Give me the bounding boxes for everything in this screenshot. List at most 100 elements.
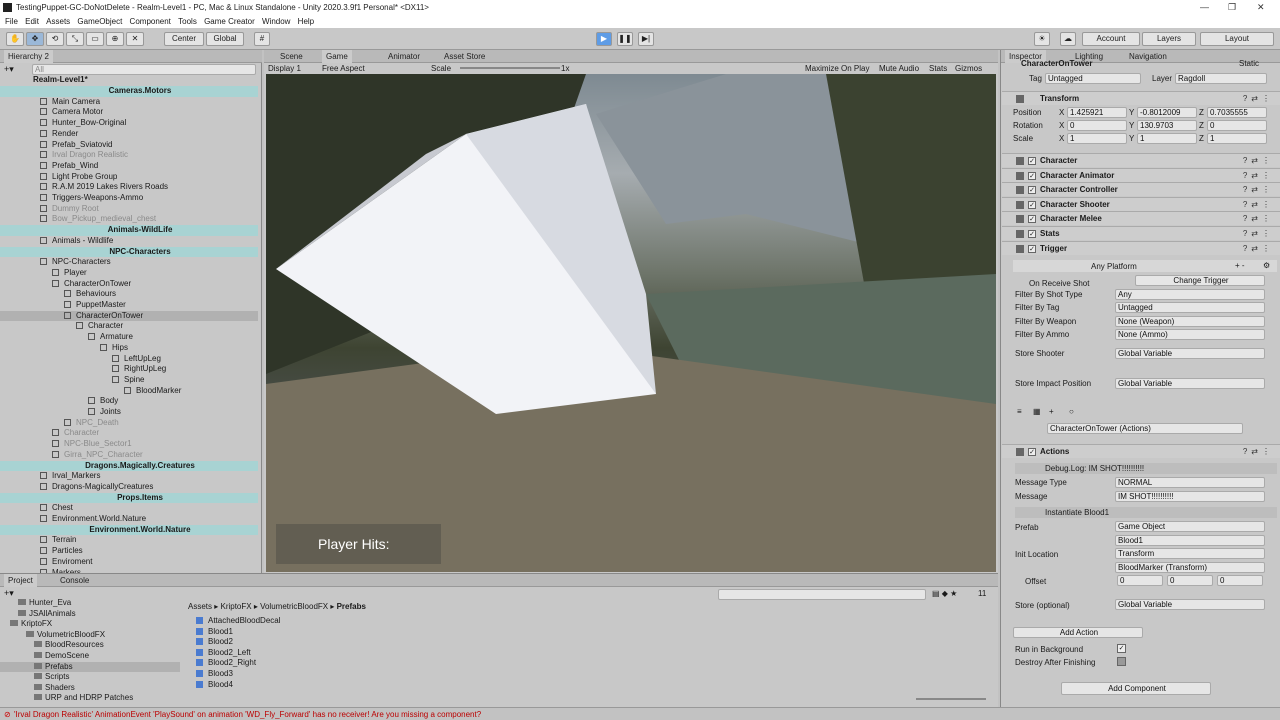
hierarchy-row[interactable]: Animals - Wildlife	[0, 236, 258, 247]
menu-gameobject[interactable]: GameObject	[77, 15, 122, 28]
hierarchy-separator[interactable]: Animals-WildLife	[0, 225, 258, 236]
debug-log-action[interactable]: Debug.Log: IM SHOT!!!!!!!!!!	[1015, 463, 1277, 474]
hierarchy-row[interactable]: Light Probe Group	[0, 172, 258, 183]
project-folder-row[interactable]: Shaders	[0, 683, 180, 693]
run-in-background-checkbox[interactable]: ✓	[1117, 644, 1126, 653]
scale-slider[interactable]	[460, 67, 560, 69]
component-header[interactable]: ✓ Character Animator ?⇄⋮	[1002, 167, 1280, 183]
actions-enabled-checkbox[interactable]: ✓	[1028, 448, 1036, 456]
pivot-center-button[interactable]: Center	[164, 32, 204, 46]
hierarchy-row[interactable]: LeftUpLeg	[0, 354, 258, 365]
move-tool-icon[interactable]: ✥	[26, 32, 44, 46]
hierarchy-row[interactable]: Character	[0, 428, 258, 439]
hierarchy-row[interactable]: Prefab_Sviatovid	[0, 140, 258, 151]
hierarchy-separator[interactable]: Environment.World.Nature	[0, 524, 258, 536]
layers-dropdown[interactable]: Layers	[1142, 32, 1196, 46]
project-folder-row[interactable]: Prefabs	[0, 661, 180, 672]
hierarchy-row[interactable]: PuppetMaster	[0, 300, 258, 311]
hierarchy-row[interactable]: Spine	[0, 375, 258, 386]
project-folder-row[interactable]: KriptoFX	[0, 619, 180, 629]
component-tools-icon[interactable]: ?⇄⋮	[1243, 169, 1274, 183]
hierarchy-separator[interactable]: NPC-Characters	[0, 246, 258, 258]
platform-gear-icon[interactable]: ⚙	[1263, 261, 1270, 270]
trigger-field-value[interactable]: None (Weapon)	[1115, 316, 1265, 327]
platform-add-icon[interactable]: + -	[1235, 261, 1245, 270]
hierarchy-row[interactable]: Terrain	[0, 535, 258, 546]
project-file-row[interactable]: Blood4	[196, 680, 396, 690]
pivot-global-button[interactable]: Global	[206, 32, 244, 46]
prefab-field[interactable]: Blood1	[1115, 535, 1265, 546]
trigger-field-value[interactable]: Untagged	[1115, 302, 1265, 313]
hierarchy-row[interactable]: Environment.World.Nature	[0, 514, 258, 525]
hierarchy-row[interactable]: Irval Dragon Realistic	[0, 150, 258, 161]
status-error-message[interactable]: 'Irval Dragon Realistic' AnimationEvent …	[14, 710, 481, 719]
destroy-after-finishing-checkbox[interactable]	[1117, 657, 1126, 666]
store-dropdown[interactable]: Global Variable	[1115, 599, 1265, 610]
rotation-y-input[interactable]: 130.9703	[1137, 120, 1197, 131]
message-input[interactable]: IM SHOT!!!!!!!!!!	[1115, 491, 1265, 502]
project-file-row[interactable]: Blood2_Right	[196, 658, 396, 668]
step-button[interactable]: ▶|	[638, 32, 654, 46]
component-header[interactable]: ✓ Character ?⇄⋮	[1002, 153, 1280, 167]
rotation-z-input[interactable]: 0	[1207, 120, 1267, 131]
project-folder-row[interactable]: Hunter_Eva	[0, 598, 180, 608]
component-header[interactable]: ✓ Stats ?⇄⋮	[1002, 226, 1280, 240]
display-dropdown[interactable]: Display 1	[268, 64, 301, 73]
project-folder-row[interactable]: Scripts	[0, 672, 180, 682]
scale-z-input[interactable]: 1	[1207, 133, 1267, 144]
breadcrumb-assets[interactable]: Assets	[188, 602, 212, 611]
project-folder-row[interactable]: VolumetricBloodFX	[0, 630, 180, 640]
component-enabled-checkbox[interactable]: ✓	[1028, 200, 1036, 209]
offset-z-input[interactable]: 0	[1217, 575, 1263, 586]
add-icon[interactable]: +▾	[4, 64, 14, 75]
tab-project[interactable]: Project	[4, 574, 37, 587]
hierarchy-row[interactable]: Chest	[0, 503, 258, 514]
position-x-input[interactable]: 1.425921	[1067, 107, 1127, 118]
menu-window[interactable]: Window	[262, 15, 290, 28]
actions-icon[interactable]: ▦	[1033, 407, 1041, 416]
component-tools-icon[interactable]: ?⇄⋮	[1243, 198, 1274, 212]
hierarchy-row[interactable]: NPC_Death	[0, 418, 258, 429]
hierarchy-row[interactable]: Triggers-Weapons-Ammo	[0, 193, 258, 204]
message-type-dropdown[interactable]: NORMAL	[1115, 477, 1265, 488]
game-viewport[interactable]: Player Hits:	[266, 74, 996, 572]
hierarchy-row[interactable]: Armature	[0, 332, 258, 343]
component-enabled-checkbox[interactable]: ✓	[1028, 244, 1036, 253]
trigger-field-value[interactable]: None (Ammo)	[1115, 329, 1265, 340]
layer-dropdown[interactable]: Ragdoll	[1175, 73, 1267, 84]
menu-component[interactable]: Component	[130, 15, 171, 28]
menu-game-creator[interactable]: Game Creator	[204, 15, 255, 28]
add-action-button[interactable]: Add Action	[1013, 627, 1143, 638]
menu-file[interactable]: File	[5, 15, 18, 28]
add-icon[interactable]: +	[1049, 407, 1054, 416]
rotate-tool-icon[interactable]: ⟲	[46, 32, 64, 46]
component-tools-icon[interactable]: ?⇄⋮	[1243, 92, 1274, 106]
hand-tool-icon[interactable]: ✋	[6, 32, 24, 46]
hierarchy-search-input[interactable]: All	[32, 64, 256, 75]
hierarchy-row[interactable]: CharacterOnTower	[0, 310, 258, 322]
hierarchy-separator[interactable]: Dragons.Magically.Creatures	[0, 460, 258, 472]
project-file-row[interactable]: Blood2	[196, 637, 396, 647]
tag-dropdown[interactable]: Untagged	[1045, 73, 1141, 84]
offset-y-input[interactable]: 0	[1167, 575, 1213, 586]
change-trigger-button[interactable]: Change Trigger	[1135, 275, 1265, 286]
list-icon[interactable]: ≡	[1017, 407, 1022, 416]
component-tools-icon[interactable]: ?⇄⋮	[1243, 227, 1274, 241]
hierarchy-row[interactable]: R.A.M 2019 Lakes Rivers Roads	[0, 182, 258, 193]
hierarchy-row[interactable]: NPC-Characters	[0, 257, 258, 268]
tab-game[interactable]: Game	[322, 50, 352, 63]
tab-asset-store[interactable]: Asset Store	[440, 50, 489, 63]
trigger-field-value[interactable]: Global Variable	[1115, 378, 1265, 389]
position-y-input[interactable]: -0.8012009	[1137, 107, 1197, 118]
account-dropdown[interactable]: Account	[1082, 32, 1140, 46]
actions-component-header[interactable]: ✓ Actions ?⇄⋮	[1002, 444, 1280, 458]
maximize-icon[interactable]: ❐	[1228, 2, 1236, 13]
component-tools-icon[interactable]: ?⇄⋮	[1243, 242, 1274, 256]
hierarchy-row[interactable]: Bow_Pickup_medieval_chest	[0, 214, 258, 225]
hierarchy-separator[interactable]: Props.Items	[0, 492, 258, 504]
maximize-on-play-toggle[interactable]: Maximize On Play	[805, 64, 869, 73]
scale-x-input[interactable]: 1	[1067, 133, 1127, 144]
hierarchy-row[interactable]: Prefab_Wind	[0, 161, 258, 172]
project-folder-row[interactable]: BloodResources	[0, 640, 180, 650]
hierarchy-row[interactable]: Joints	[0, 407, 258, 418]
